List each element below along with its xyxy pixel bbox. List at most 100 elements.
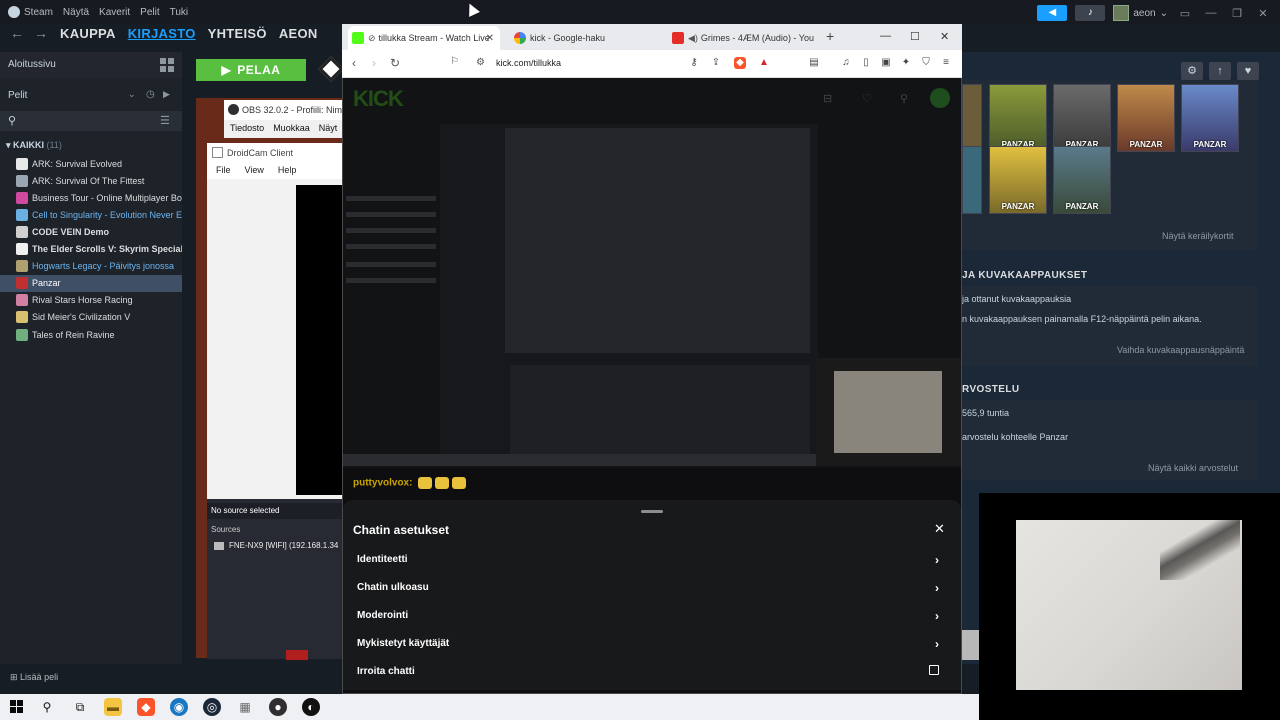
trading-card[interactable]: PANZAR: [1181, 84, 1239, 152]
tab-kick-stream[interactable]: ⊘ tillukka Stream - Watch Live ✕: [348, 26, 500, 50]
forward-icon[interactable]: ›: [372, 56, 376, 70]
back-arrow-icon[interactable]: ←: [10, 25, 24, 41]
site-info-icon[interactable]: ⚙: [476, 57, 485, 68]
filter-icon[interactable]: ☰: [160, 114, 170, 127]
kick-logo[interactable]: KICK: [353, 86, 404, 112]
upload-icon[interactable]: ↑: [1209, 62, 1231, 80]
close-tab-icon[interactable]: ✕: [486, 33, 494, 44]
browse-icon[interactable]: ⊟: [823, 92, 832, 105]
sidebar-game-item[interactable]: CODE VEIN Demo: [0, 223, 182, 240]
tab-profile[interactable]: AEON: [279, 26, 318, 41]
hamburger-menu-icon[interactable]: ≡: [940, 57, 952, 69]
share-icon[interactable]: ⇪: [710, 57, 722, 69]
menu-view[interactable]: Näytä: [63, 7, 89, 18]
task-view-icon[interactable]: ⧉: [71, 698, 89, 716]
all-reviews-link[interactable]: Näytä kaikki arvostelut: [1148, 463, 1238, 473]
obs-menu-file[interactable]: Tiedosto: [230, 123, 264, 138]
search-icon[interactable]: ⚲: [900, 92, 908, 105]
new-tab-icon[interactable]: +: [826, 28, 834, 44]
password-key-icon[interactable]: ⚷: [688, 57, 700, 69]
sidebar-search-input[interactable]: ⚲ ☰: [0, 111, 182, 131]
section-header-all[interactable]: ▾ KAIKKI (11): [0, 140, 182, 154]
sidebar-game-item[interactable]: Sid Meier's Civilization V: [0, 309, 182, 326]
obs-menu-edit[interactable]: Muokkaa: [273, 123, 310, 138]
avatar[interactable]: [930, 88, 950, 108]
sidebar-game-item[interactable]: Business Tour - Online Multiplayer Bo: [0, 189, 182, 206]
gear-icon[interactable]: ⚙: [1181, 62, 1203, 80]
droidcam-titlebar[interactable]: DroidCam Client: [207, 143, 342, 163]
trading-card[interactable]: PANZAR: [989, 84, 1047, 152]
address-bar[interactable]: ⚙ kick.com/tillukka: [470, 55, 774, 73]
favorite-heart-icon[interactable]: ♥: [1237, 62, 1259, 80]
sidebar-game-item[interactable]: Rival Stars Horse Racing: [0, 292, 182, 309]
app-window-icon[interactable]: ▦: [236, 698, 254, 716]
notifications-icon[interactable]: ♪: [1075, 5, 1106, 21]
games-filter-dropdown[interactable]: Pelit ⌄ ◷ ▶: [0, 86, 182, 106]
settings-item-moderation[interactable]: Moderointi ›: [353, 604, 953, 628]
close-icon[interactable]: ✕: [940, 30, 949, 43]
play-filter-icon[interactable]: ▶: [163, 89, 170, 100]
trading-card[interactable]: PANZAR: [989, 146, 1047, 214]
sidebar-game-item[interactable]: ARK: Survival Evolved: [0, 155, 182, 172]
wallet-icon[interactable]: ▣: [880, 57, 892, 69]
view-cards-link[interactable]: Näytä keräilykortit: [1162, 231, 1234, 241]
sidebar-game-item[interactable]: Cell to Singularity - Evolution Never E: [0, 206, 182, 223]
add-game-button[interactable]: ⊞ Lisää peli: [0, 664, 182, 690]
brave-rewards-icon[interactable]: ▲: [758, 57, 770, 69]
dc-menu-view[interactable]: View: [245, 165, 264, 179]
trading-card[interactable]: [962, 84, 982, 152]
windows-start-icon[interactable]: [10, 700, 23, 713]
minimize-icon[interactable]: —: [1202, 7, 1220, 19]
chat-username[interactable]: puttyvolvox:: [353, 478, 412, 489]
back-icon[interactable]: ‹: [352, 56, 356, 70]
sidebar-game-item[interactable]: The Elder Scrolls V: Skyrim Special Ec: [0, 241, 182, 258]
settings-item-identity[interactable]: Identiteetti ›: [353, 548, 953, 572]
obs-menu-view[interactable]: Näyt: [319, 123, 338, 138]
tab-store[interactable]: KAUPPA: [60, 26, 116, 41]
mute-icon[interactable]: ⊘: [368, 33, 376, 44]
tab-library[interactable]: KIRJASTO: [128, 26, 196, 41]
trading-card[interactable]: PANZAR: [1117, 84, 1175, 152]
reload-icon[interactable]: ↻: [390, 56, 400, 70]
menu-friends[interactable]: Kaverit: [99, 7, 130, 18]
grid-view-icon[interactable]: [160, 58, 174, 72]
trading-card[interactable]: PANZAR: [1053, 84, 1111, 152]
sidebar-game-item[interactable]: Panzar: [0, 274, 182, 292]
change-screenshot-key-link[interactable]: Vaihda kuvakaappausnäppäintä: [1117, 345, 1244, 355]
maximize-icon[interactable]: ☐: [910, 30, 920, 43]
app-icon[interactable]: ◐: [302, 698, 320, 716]
announcement-icon[interactable]: ◀: [1037, 5, 1068, 21]
menu-steam[interactable]: Steam: [24, 7, 53, 18]
menu-help[interactable]: Tuki: [170, 7, 189, 18]
big-picture-icon[interactable]: ▭: [1176, 7, 1194, 20]
search-icon[interactable]: ⚲: [38, 698, 56, 716]
vpn-shield-icon[interactable]: ⛉: [920, 57, 932, 69]
settings-item-muted-users[interactable]: Mykistetyt käyttäjät ›: [353, 632, 953, 656]
settings-item-appearance[interactable]: Chatin ulkoasu ›: [353, 576, 953, 600]
drawer-drag-handle[interactable]: [641, 510, 663, 513]
recent-clock-icon[interactable]: ◷: [146, 89, 155, 100]
obs-titlebar[interactable]: OBS 32.0.2 - Profiili: Nimetö: [224, 100, 342, 120]
leo-ai-icon[interactable]: ✦: [900, 57, 912, 69]
close-icon[interactable]: ✕: [1254, 7, 1272, 20]
maximize-icon[interactable]: ❐: [1228, 7, 1246, 20]
audio-playing-icon[interactable]: ◀): [688, 33, 698, 44]
obs-source-item[interactable]: FNE-NX9 [WIFI] (192.168.1.34: [207, 539, 342, 553]
droidcam-app-icon[interactable]: ◉: [170, 698, 188, 716]
file-explorer-icon[interactable]: ▬: [104, 698, 122, 716]
music-icon[interactable]: ♫: [840, 57, 852, 69]
tab-community[interactable]: YHTEISÖ: [208, 26, 267, 41]
sidebar-home[interactable]: Aloitussivu: [0, 52, 182, 78]
minimize-icon[interactable]: —: [880, 30, 891, 42]
user-menu[interactable]: aeon ⌄: [1113, 5, 1168, 21]
sidebar-game-item[interactable]: ARK: Survival Of The Fittest: [0, 172, 182, 189]
trading-card[interactable]: [962, 146, 982, 214]
dc-menu-help[interactable]: Help: [278, 165, 297, 179]
forward-arrow-icon[interactable]: →: [34, 25, 48, 41]
following-heart-icon[interactable]: ♡: [862, 92, 872, 105]
sidebar-game-item[interactable]: Hogwarts Legacy - Päivitys jonossa: [0, 258, 182, 275]
tab-google-search[interactable]: kick - Google-haku: [510, 28, 660, 48]
play-button[interactable]: ▶ PELAA: [196, 59, 306, 81]
tab-youtube[interactable]: ◀) Grimes - 4ÆM (Audio) - YouTub: [668, 28, 814, 48]
obs-app-icon[interactable]: ●: [269, 698, 287, 716]
